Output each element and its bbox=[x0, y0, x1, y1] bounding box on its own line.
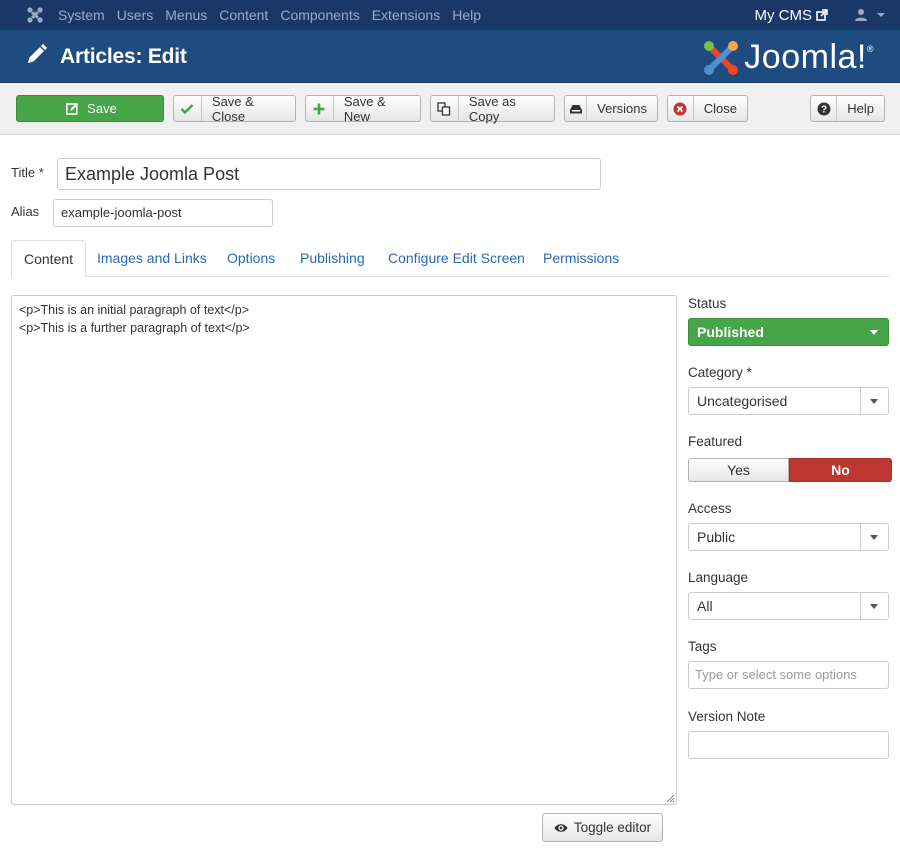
nav-system[interactable]: System bbox=[58, 0, 105, 30]
page-header: Articles: Edit Joomla!® bbox=[0, 30, 900, 83]
resize-grip-icon[interactable] bbox=[665, 793, 675, 803]
tab-images-links[interactable]: Images and Links bbox=[97, 240, 207, 277]
edit-tabs: Content Images and Links Options Publish… bbox=[11, 240, 889, 277]
caret-down-icon bbox=[870, 604, 878, 609]
status-label: Status bbox=[688, 296, 727, 311]
joomla-brand-logo-icon bbox=[704, 40, 739, 75]
eye-icon bbox=[554, 823, 568, 832]
caret-down-icon bbox=[877, 13, 885, 17]
featured-no-button[interactable]: No bbox=[789, 458, 892, 482]
tab-configure-edit-screen[interactable]: Configure Edit Screen bbox=[388, 240, 525, 277]
alias-input[interactable]: example-joomla-post bbox=[53, 199, 273, 227]
editor-line: <p>This is an initial paragraph of text<… bbox=[19, 303, 250, 317]
archive-icon bbox=[565, 96, 588, 121]
site-link[interactable]: My CMS bbox=[755, 7, 829, 24]
nav-components[interactable]: Components bbox=[280, 0, 359, 30]
nav-help[interactable]: Help bbox=[452, 0, 481, 30]
nav-content[interactable]: Content bbox=[219, 0, 268, 30]
cancel-icon bbox=[668, 96, 694, 121]
question-icon: ? bbox=[811, 96, 838, 121]
svg-text:?: ? bbox=[821, 104, 827, 115]
joomla-brand: Joomla!® bbox=[702, 38, 874, 77]
category-label: Category * bbox=[688, 365, 752, 380]
editor-line: <p>This is a further paragraph of text</… bbox=[19, 321, 250, 335]
joomla-wordmark: Joomla!® bbox=[744, 38, 874, 76]
plus-icon bbox=[306, 96, 334, 121]
caret-down-icon bbox=[870, 535, 878, 540]
language-value: All bbox=[697, 598, 713, 614]
language-select[interactable]: All bbox=[688, 592, 889, 620]
category-value: Uncategorised bbox=[697, 393, 788, 409]
versions-button[interactable]: Versions bbox=[564, 95, 658, 122]
copy-icon bbox=[431, 96, 459, 121]
joomla-logo-icon[interactable] bbox=[24, 4, 46, 26]
toolbar: Save Save & Close Save & New Save as Cop… bbox=[0, 83, 900, 135]
save-new-button[interactable]: Save & New bbox=[305, 94, 421, 124]
check-icon bbox=[174, 96, 202, 121]
save-close-button[interactable]: Save & Close bbox=[173, 94, 296, 124]
category-select[interactable]: Uncategorised bbox=[688, 387, 889, 415]
featured-yes-button[interactable]: Yes bbox=[688, 458, 789, 482]
language-label: Language bbox=[688, 570, 749, 585]
tab-content[interactable]: Content bbox=[11, 240, 87, 277]
title-input[interactable]: Example Joomla Post bbox=[57, 158, 601, 190]
nav-menus[interactable]: Menus bbox=[165, 0, 207, 30]
edit-icon bbox=[63, 96, 81, 121]
status-value: Published bbox=[697, 324, 764, 340]
featured-label: Featured bbox=[688, 434, 743, 449]
pencil-icon bbox=[28, 44, 47, 63]
nav-users[interactable]: Users bbox=[117, 0, 154, 30]
page-title: Articles: Edit bbox=[60, 45, 187, 68]
caret-down-icon bbox=[870, 399, 878, 404]
version-note-input[interactable] bbox=[688, 731, 889, 759]
alias-label: Alias bbox=[11, 204, 40, 219]
user-menu[interactable] bbox=[854, 8, 886, 22]
top-navbar: System Users Menus Content Components Ex… bbox=[0, 0, 900, 30]
access-value: Public bbox=[697, 529, 736, 545]
site-name: My CMS bbox=[754, 6, 813, 24]
nav-extensions[interactable]: Extensions bbox=[372, 0, 440, 30]
tags-label: Tags bbox=[688, 639, 717, 654]
help-button[interactable]: ? Help bbox=[810, 95, 885, 122]
toggle-editor-button[interactable]: Toggle editor bbox=[542, 813, 663, 842]
user-icon bbox=[855, 9, 867, 21]
article-text-editor[interactable]: <p>This is an initial paragraph of text<… bbox=[11, 295, 677, 805]
tags-input[interactable]: Type or select some options bbox=[688, 661, 889, 689]
access-select[interactable]: Public bbox=[688, 523, 889, 551]
tab-publishing[interactable]: Publishing bbox=[300, 240, 365, 277]
featured-toggle: Yes No bbox=[688, 458, 892, 482]
caret-down-icon bbox=[870, 330, 878, 335]
save-button[interactable]: Save bbox=[16, 95, 164, 122]
close-button[interactable]: Close bbox=[667, 95, 748, 122]
tab-options[interactable]: Options bbox=[227, 240, 275, 277]
version-note-label: Version Note bbox=[688, 709, 766, 724]
tab-permissions[interactable]: Permissions bbox=[543, 240, 619, 277]
title-label: Title * bbox=[11, 165, 44, 180]
save-as-copy-button[interactable]: Save as Copy bbox=[430, 94, 555, 124]
status-select[interactable]: Published bbox=[688, 318, 889, 346]
external-link-icon bbox=[816, 9, 828, 21]
access-label: Access bbox=[688, 501, 732, 516]
